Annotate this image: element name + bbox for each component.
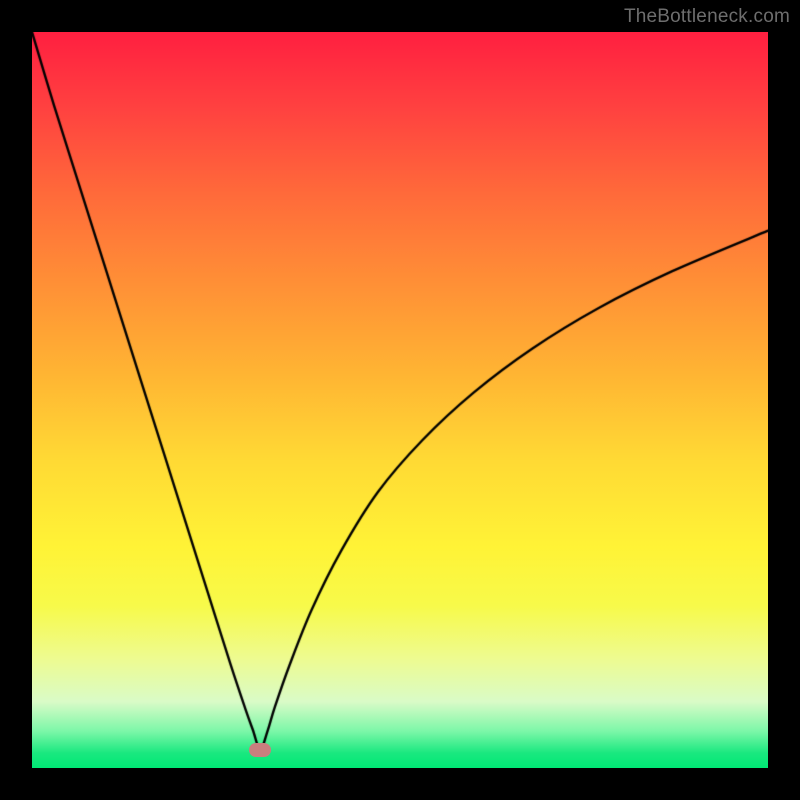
chart-frame: TheBottleneck.com	[0, 0, 800, 800]
watermark-text: TheBottleneck.com	[624, 6, 790, 28]
plot-area	[32, 32, 768, 768]
bottleneck-curve	[32, 32, 768, 768]
